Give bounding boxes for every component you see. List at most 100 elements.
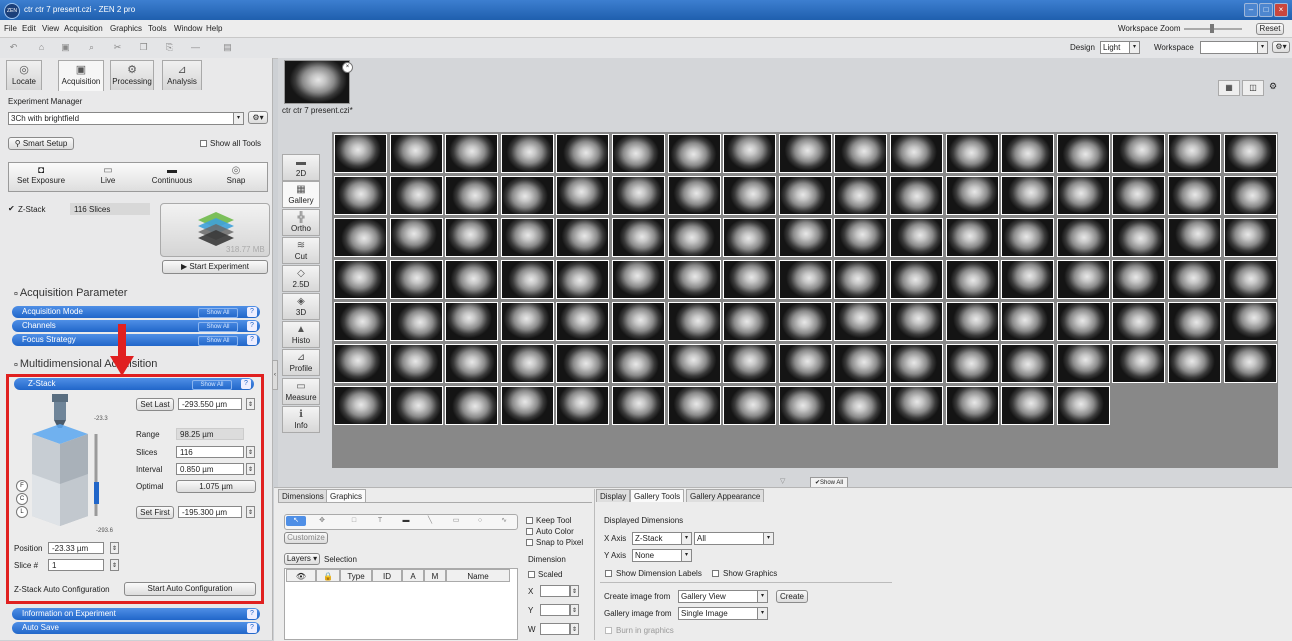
- gallery-thumbnail[interactable]: [1112, 134, 1166, 173]
- undo-icon[interactable]: ↶: [8, 43, 19, 52]
- gallery-thumbnail[interactable]: [723, 386, 777, 425]
- save-icon[interactable]: ▣: [60, 43, 71, 52]
- gallery-thumbnail[interactable]: [1001, 218, 1055, 257]
- gallery-thumbnail[interactable]: [500, 302, 554, 341]
- gallery-thumbnail[interactable]: [834, 344, 888, 383]
- slices-input[interactable]: 116: [176, 446, 244, 458]
- start-experiment-button[interactable]: ▶ Start Experiment: [162, 260, 268, 274]
- view-2d-button[interactable]: ▬ 2D: [282, 154, 320, 181]
- focus-strategy-bar[interactable]: Focus Strategy Show All?: [12, 334, 260, 346]
- document-tab-label[interactable]: ctr ctr 7 present.czi*: [282, 106, 353, 115]
- gallery-thumbnail[interactable]: [1168, 134, 1221, 173]
- gallery-thumbnail[interactable]: [500, 260, 554, 299]
- menu-file[interactable]: File: [4, 24, 17, 33]
- gallery-thumbnail[interactable]: [1223, 134, 1277, 173]
- gallery-thumbnail[interactable]: [556, 302, 610, 341]
- show-all-toggle[interactable]: Show All: [192, 380, 232, 390]
- circle-tool-icon[interactable]: ○: [470, 516, 490, 526]
- gallery-thumbnail[interactable]: [1168, 176, 1221, 215]
- gallery-thumbnail[interactable]: [667, 302, 721, 341]
- show-graphics-checkbox[interactable]: [712, 570, 719, 577]
- gallery-thumbnail[interactable]: [1168, 302, 1221, 341]
- smart-setup-button[interactable]: ⚲ Smart Setup: [8, 137, 74, 150]
- gallery-thumbnail[interactable]: [778, 176, 832, 215]
- gallery-thumbnail[interactable]: [445, 386, 499, 425]
- gallery-thumbnail[interactable]: [778, 134, 832, 173]
- menu-help[interactable]: Help: [206, 24, 222, 33]
- gallery-thumbnail[interactable]: [334, 260, 387, 299]
- gallery-thumbnail[interactable]: [1056, 386, 1110, 425]
- gallery-thumbnail[interactable]: [612, 344, 665, 383]
- menu-view[interactable]: View: [42, 24, 59, 33]
- gallery-thumbnail[interactable]: [612, 176, 665, 215]
- gallery-thumbnail[interactable]: [500, 134, 554, 173]
- document-thumbnail[interactable]: [284, 60, 350, 104]
- gallery-thumbnail[interactable]: [667, 134, 721, 173]
- gallery-thumbnail[interactable]: [1223, 260, 1277, 299]
- document-options-icon[interactable]: ⚙: [1266, 80, 1280, 94]
- gallery-thumbnail[interactable]: [556, 218, 610, 257]
- view-profile-button[interactable]: ⊿ Profile: [282, 349, 320, 376]
- gallery-thumbnail[interactable]: [890, 344, 943, 383]
- settings-menu-button[interactable]: ⚙▾: [1272, 41, 1290, 53]
- gallery-thumbnail[interactable]: [556, 134, 610, 173]
- gallery-thumbnail[interactable]: [1112, 344, 1166, 383]
- zstack-bar[interactable]: Z-Stack Show All?: [14, 378, 254, 390]
- gallery-thumbnail[interactable]: [445, 260, 499, 299]
- gallery-thumbnail[interactable]: [1112, 218, 1166, 257]
- tab-analysis[interactable]: ⊿ Analysis: [162, 60, 202, 90]
- show-dimension-labels-checkbox[interactable]: [605, 570, 612, 577]
- layers-dropdown[interactable]: Layers ▾: [284, 553, 320, 565]
- y-axis-select[interactable]: None ▾: [632, 549, 692, 562]
- gallery-thumbnail[interactable]: [389, 344, 443, 383]
- gallery-thumbnail[interactable]: [890, 134, 943, 173]
- gallery-thumbnail[interactable]: [334, 344, 387, 383]
- tab-gallery-appearance[interactable]: Gallery Appearance: [686, 489, 765, 502]
- gallery-thumbnail[interactable]: [334, 386, 387, 425]
- pan-tool-icon[interactable]: ✥: [312, 516, 332, 526]
- gallery-thumbnail[interactable]: [1001, 260, 1055, 299]
- keep-tool-checkbox[interactable]: [526, 517, 533, 524]
- gallery-thumbnail[interactable]: [389, 386, 443, 425]
- workspace-zoom-handle[interactable]: [1210, 24, 1214, 33]
- gallery-thumbnail[interactable]: [945, 344, 999, 383]
- open-icon[interactable]: ⌂: [36, 43, 47, 52]
- optimal-button[interactable]: 1.075 µm: [176, 480, 256, 493]
- gallery-view[interactable]: [332, 132, 1278, 468]
- type-column-header[interactable]: Type: [340, 569, 372, 582]
- view-histo-button[interactable]: ▲ Histo: [282, 321, 320, 348]
- gallery-thumbnail[interactable]: [834, 302, 888, 341]
- lock-column-icon[interactable]: 🔒: [316, 569, 340, 582]
- gallery-thumbnail[interactable]: [778, 260, 832, 299]
- gallery-thumbnail[interactable]: [612, 302, 665, 341]
- gallery-thumbnail[interactable]: [945, 386, 999, 425]
- position-input[interactable]: -23.33 µm: [48, 542, 104, 554]
- gallery-thumbnail[interactable]: [723, 344, 777, 383]
- gallery-image-from-select[interactable]: Single Image ▾: [678, 607, 768, 620]
- gallery-thumbnail[interactable]: [1223, 218, 1277, 257]
- gallery-thumbnail[interactable]: [778, 218, 832, 257]
- minus-icon[interactable]: —: [190, 43, 201, 52]
- gallery-thumbnail[interactable]: [1112, 260, 1166, 299]
- line-tool-icon[interactable]: ╲: [420, 516, 440, 526]
- show-all-toggle[interactable]: Show All: [198, 322, 238, 332]
- scaled-checkbox[interactable]: [528, 571, 535, 578]
- gallery-thumbnail[interactable]: [890, 260, 943, 299]
- gallery-thumbnail[interactable]: [890, 176, 943, 215]
- gallery-thumbnail[interactable]: [1056, 176, 1110, 215]
- gallery-thumbnail[interactable]: [1001, 134, 1055, 173]
- gallery-thumbnail[interactable]: [1001, 302, 1055, 341]
- show-all-tools-checkbox[interactable]: [200, 140, 207, 147]
- view-25d-button[interactable]: ◇ 2.5D: [282, 265, 320, 292]
- gallery-thumbnail[interactable]: [667, 344, 721, 383]
- x-field-input[interactable]: [540, 585, 570, 597]
- gallery-thumbnail[interactable]: [1223, 302, 1277, 341]
- minimize-button[interactable]: –: [1244, 3, 1258, 17]
- name-column-header[interactable]: Name: [446, 569, 510, 582]
- burn-in-graphics-checkbox[interactable]: [605, 627, 612, 634]
- gallery-thumbnail[interactable]: [778, 386, 832, 425]
- gallery-thumbnail[interactable]: [834, 176, 888, 215]
- gallery-thumbnail[interactable]: [334, 302, 387, 341]
- gallery-thumbnail[interactable]: [945, 176, 999, 215]
- auto-save-bar[interactable]: Auto Save?: [12, 622, 260, 634]
